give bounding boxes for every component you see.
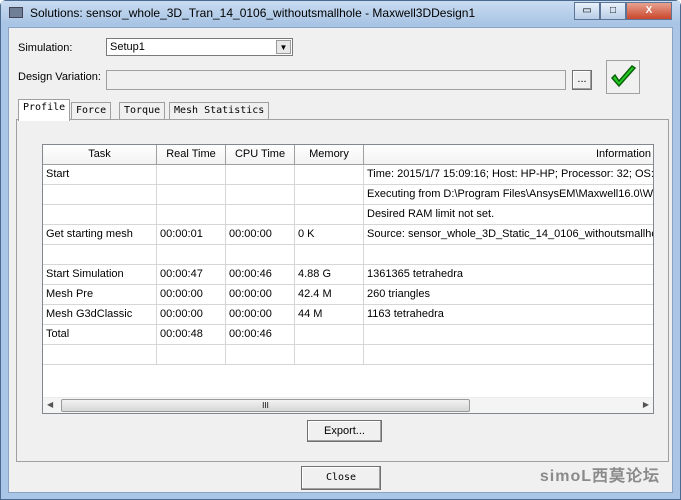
watermark-logo: simoL西莫论坛: [539, 468, 660, 485]
minimize-button[interactable]: ▭: [574, 2, 600, 20]
window-title: Solutions: sensor_whole_3D_Tran_14_0106_…: [30, 6, 476, 20]
cell-cpu-time: [226, 345, 295, 365]
cell-real-time: 00:00:48: [157, 325, 226, 345]
cell-memory: 0 K: [295, 225, 364, 245]
browse-button[interactable]: ...: [572, 70, 592, 90]
table-row[interactable]: Mesh G3dClassic 00:00:00 00:00:00 44 M 1163 …: [43, 305, 653, 325]
cell-information: [364, 245, 653, 265]
tab-force[interactable]: Force: [71, 102, 112, 120]
cell-memory: 4.88 G: [295, 265, 364, 285]
table-header: Task Real Time CPU Time Memory Informati…: [43, 145, 653, 165]
table-row[interactable]: [43, 345, 653, 365]
tab-mesh-statistics[interactable]: Mesh Statistics: [169, 102, 270, 120]
cell-information: Executing from D:\Program Files\AnsysEM\…: [364, 185, 653, 205]
simulation-label: Simulation:: [18, 42, 73, 54]
cell-real-time: [157, 185, 226, 205]
profile-panel: Task Real Time CPU Time Memory Informati…: [16, 119, 669, 462]
column-header-real-time[interactable]: Real Time: [157, 145, 226, 165]
design-variation-label: Design Variation:: [18, 71, 101, 83]
close-button[interactable]: Close: [301, 466, 381, 490]
cell-real-time: 00:00:00: [157, 285, 226, 305]
cell-information: Desired RAM limit not set.: [364, 205, 653, 225]
table-row[interactable]: Mesh Pre 00:00:00 00:00:00 42.4 M 260 triang…: [43, 285, 653, 305]
close-window-button[interactable]: X: [626, 2, 672, 20]
cell-real-time: 00:00:01: [157, 225, 226, 245]
profile-table: Task Real Time CPU Time Memory Informati…: [42, 144, 654, 414]
checkmark-icon: [610, 65, 637, 88]
solutions-window: Solutions: sensor_whole_3D_Tran_14_0106_…: [0, 0, 681, 500]
simulation-value: Setup1: [110, 41, 145, 53]
chevron-down-icon[interactable]: ▼: [276, 40, 291, 54]
table-row[interactable]: Executing from D:\Program Files\AnsysEM\…: [43, 185, 653, 205]
cell-information: 260 triangles: [364, 285, 653, 305]
table-row[interactable]: Get starting mesh 00:00:01 00:00:00 0 K Sour…: [43, 225, 653, 245]
cell-cpu-time: [226, 245, 295, 265]
cell-cpu-time: [226, 205, 295, 225]
column-header-memory[interactable]: Memory: [295, 145, 364, 165]
scroll-right-icon[interactable]: ▶: [643, 400, 649, 409]
cell-memory: 44 M: [295, 305, 364, 325]
cell-cpu-time: 00:00:00: [226, 225, 295, 245]
cell-task: [43, 245, 157, 265]
status-check: [606, 60, 640, 94]
table-row[interactable]: Total 00:00:48 00:00:46: [43, 325, 653, 345]
table-row[interactable]: Start Time: 2015/1/7 15:09:16; Host: HP-H…: [43, 165, 653, 185]
cell-task: Start Simulation: [43, 265, 157, 285]
tab-profile[interactable]: Profile: [18, 99, 71, 121]
cell-information: 1163 tetrahedra: [364, 305, 653, 325]
cell-cpu-time: 00:00:46: [226, 265, 295, 285]
cell-task: [43, 185, 157, 205]
cell-real-time: 00:00:47: [157, 265, 226, 285]
cell-memory: [295, 185, 364, 205]
export-button[interactable]: Export...: [307, 420, 382, 442]
cell-memory: [295, 245, 364, 265]
cell-cpu-time: [226, 185, 295, 205]
cell-cpu-time: 00:00:00: [226, 305, 295, 325]
cell-task: Get starting mesh: [43, 225, 157, 245]
cell-task: Total: [43, 325, 157, 345]
cell-cpu-time: [226, 165, 295, 185]
column-header-cpu-time[interactable]: CPU Time: [226, 145, 295, 165]
cell-memory: [295, 345, 364, 365]
horizontal-scrollbar[interactable]: ◀ III ▶: [43, 397, 653, 413]
cell-real-time: [157, 245, 226, 265]
column-header-information[interactable]: Information: [364, 145, 653, 165]
simulation-select[interactable]: Setup1 ▼: [106, 38, 293, 56]
cell-real-time: [157, 165, 226, 185]
cell-task: [43, 205, 157, 225]
table-row[interactable]: Desired RAM limit not set.: [43, 205, 653, 225]
cell-cpu-time: 00:00:46: [226, 325, 295, 345]
cell-memory: 42.4 M: [295, 285, 364, 305]
dialog-client: Simulation: Setup1 ▼ Design Variation: ..…: [8, 27, 673, 493]
table-row[interactable]: Start Simulation 00:00:47 00:00:46 4.88 G 13…: [43, 265, 653, 285]
cell-information: Source: sensor_whole_3D_Static_14_0106_w…: [364, 225, 653, 245]
column-header-task[interactable]: Task: [43, 145, 157, 165]
cell-task: [43, 345, 157, 365]
cell-cpu-time: 00:00:00: [226, 285, 295, 305]
cell-information: Time: 2015/1/7 15:09:16; Host: HP-HP; Pr…: [364, 165, 653, 185]
cell-real-time: [157, 205, 226, 225]
scroll-left-icon[interactable]: ◀: [47, 400, 53, 409]
cell-information: [364, 345, 653, 365]
app-icon: [9, 7, 23, 18]
table-row[interactable]: [43, 245, 653, 265]
scroll-thumb[interactable]: III: [61, 399, 470, 412]
cell-real-time: [157, 345, 226, 365]
tab-torque[interactable]: Torque: [119, 102, 166, 120]
cell-memory: [295, 165, 364, 185]
design-variation-field[interactable]: [106, 70, 566, 90]
cell-memory: [295, 205, 364, 225]
cell-real-time: 00:00:00: [157, 305, 226, 325]
cell-task: Mesh Pre: [43, 285, 157, 305]
maximize-button[interactable]: □: [600, 2, 626, 20]
cell-memory: [295, 325, 364, 345]
cell-task: Start: [43, 165, 157, 185]
cell-information: [364, 325, 653, 345]
cell-information: 1361365 tetrahedra: [364, 265, 653, 285]
cell-task: Mesh G3dClassic: [43, 305, 157, 325]
title-bar[interactable]: Solutions: sensor_whole_3D_Tran_14_0106_…: [1, 1, 680, 25]
